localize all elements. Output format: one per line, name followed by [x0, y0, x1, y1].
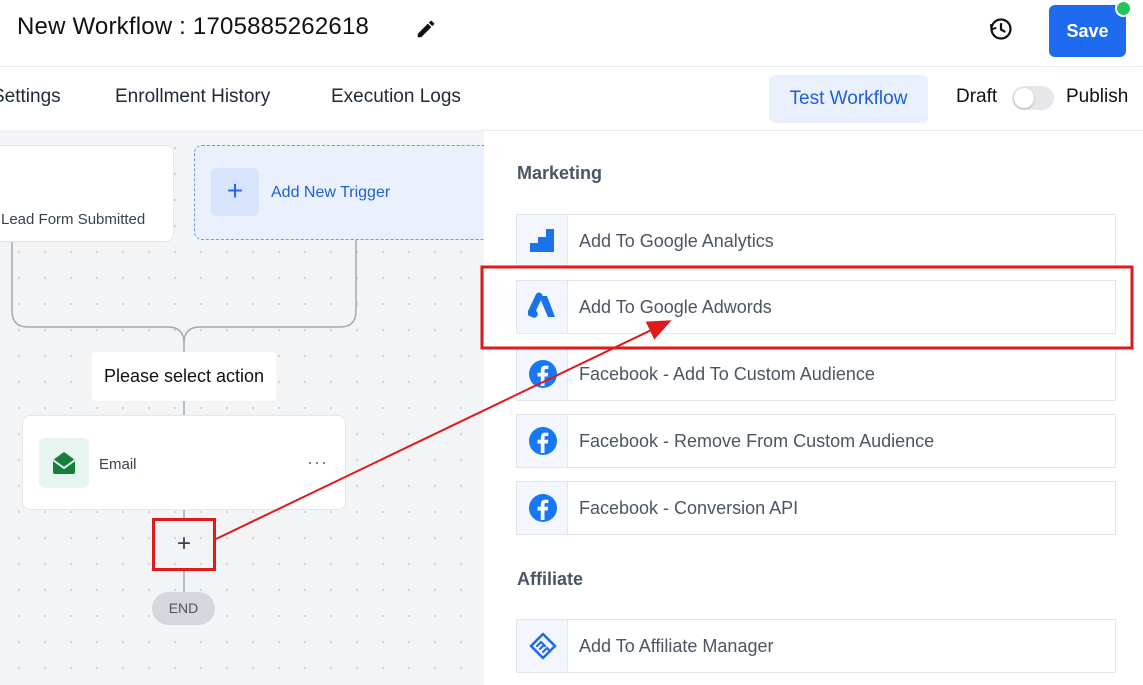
google-adwords-icon — [517, 281, 568, 333]
publish-label: Publish — [1066, 86, 1129, 107]
tab-settings[interactable]: Settings — [0, 86, 61, 108]
action-affiliate-manager[interactable]: Add To Affiliate Manager — [516, 619, 1116, 673]
handshake-icon — [517, 620, 568, 672]
save-button[interactable]: Save — [1049, 5, 1126, 57]
email-label: Email — [99, 456, 137, 473]
action-label: Add To Google Adwords — [579, 297, 772, 317]
action-label: Facebook - Remove From Custom Audience — [579, 431, 935, 451]
trigger-card[interactable]: Lead Form Submitted — [0, 145, 174, 242]
action-google-adwords[interactable]: Add To Google Adwords — [516, 280, 1116, 334]
section-title-affiliate: Affiliate — [517, 569, 584, 589]
tab-enrollment-history[interactable]: Enrollment History — [115, 86, 270, 108]
workflow-header: New Workflow : 1705885262618 Save — [0, 0, 1143, 67]
trigger-label: Lead Form Submitted — [1, 211, 146, 228]
workflow-tabbar: Settings Enrollment History Execution Lo… — [0, 67, 1143, 131]
workflow-canvas[interactable]: Lead Form Submitted + Add New Trigger Pl… — [0, 131, 484, 685]
status-dot — [1115, 0, 1132, 17]
tab-execution-logs[interactable]: Execution Logs — [331, 86, 461, 108]
action-facebook-conversion-api[interactable]: Facebook - Conversion API — [516, 481, 1116, 535]
toggle-knob — [1014, 88, 1034, 108]
action-google-analytics[interactable]: Add To Google Analytics — [516, 214, 1116, 268]
action-facebook-remove-audience[interactable]: Facebook - Remove From Custom Audience — [516, 414, 1116, 468]
facebook-icon — [517, 415, 568, 467]
select-action-node[interactable]: Please select action — [92, 352, 276, 401]
pencil-icon[interactable] — [415, 18, 437, 40]
action-facebook-add-audience[interactable]: Facebook - Add To Custom Audience — [516, 347, 1116, 401]
publish-toggle[interactable] — [1012, 86, 1054, 110]
more-options-icon[interactable]: ··· — [307, 452, 328, 473]
facebook-icon — [517, 482, 568, 534]
actions-panel: Marketing Add To Google Analytics Add To… — [484, 131, 1143, 685]
add-trigger-card[interactable]: + Add New Trigger — [194, 145, 484, 240]
draft-label: Draft — [956, 86, 998, 107]
plus-icon: + — [211, 168, 259, 216]
google-analytics-icon — [517, 215, 568, 267]
add-trigger-label: Add New Trigger — [271, 184, 391, 201]
action-label: Facebook - Add To Custom Audience — [579, 364, 875, 384]
email-action-card[interactable]: Email ··· — [22, 415, 346, 510]
history-icon[interactable] — [988, 16, 1014, 42]
action-label: Add To Affiliate Manager — [579, 636, 774, 656]
facebook-icon — [517, 348, 568, 400]
action-label: Add To Google Analytics — [579, 231, 774, 251]
action-label: Facebook - Conversion API — [579, 498, 799, 518]
workflow-title: New Workflow : 1705885262618 — [17, 13, 370, 40]
end-node: END — [152, 592, 215, 625]
add-step-button[interactable]: + — [152, 518, 216, 571]
test-workflow-button[interactable]: Test Workflow — [769, 75, 928, 123]
email-icon — [39, 438, 89, 488]
section-title-marketing: Marketing — [517, 163, 603, 183]
